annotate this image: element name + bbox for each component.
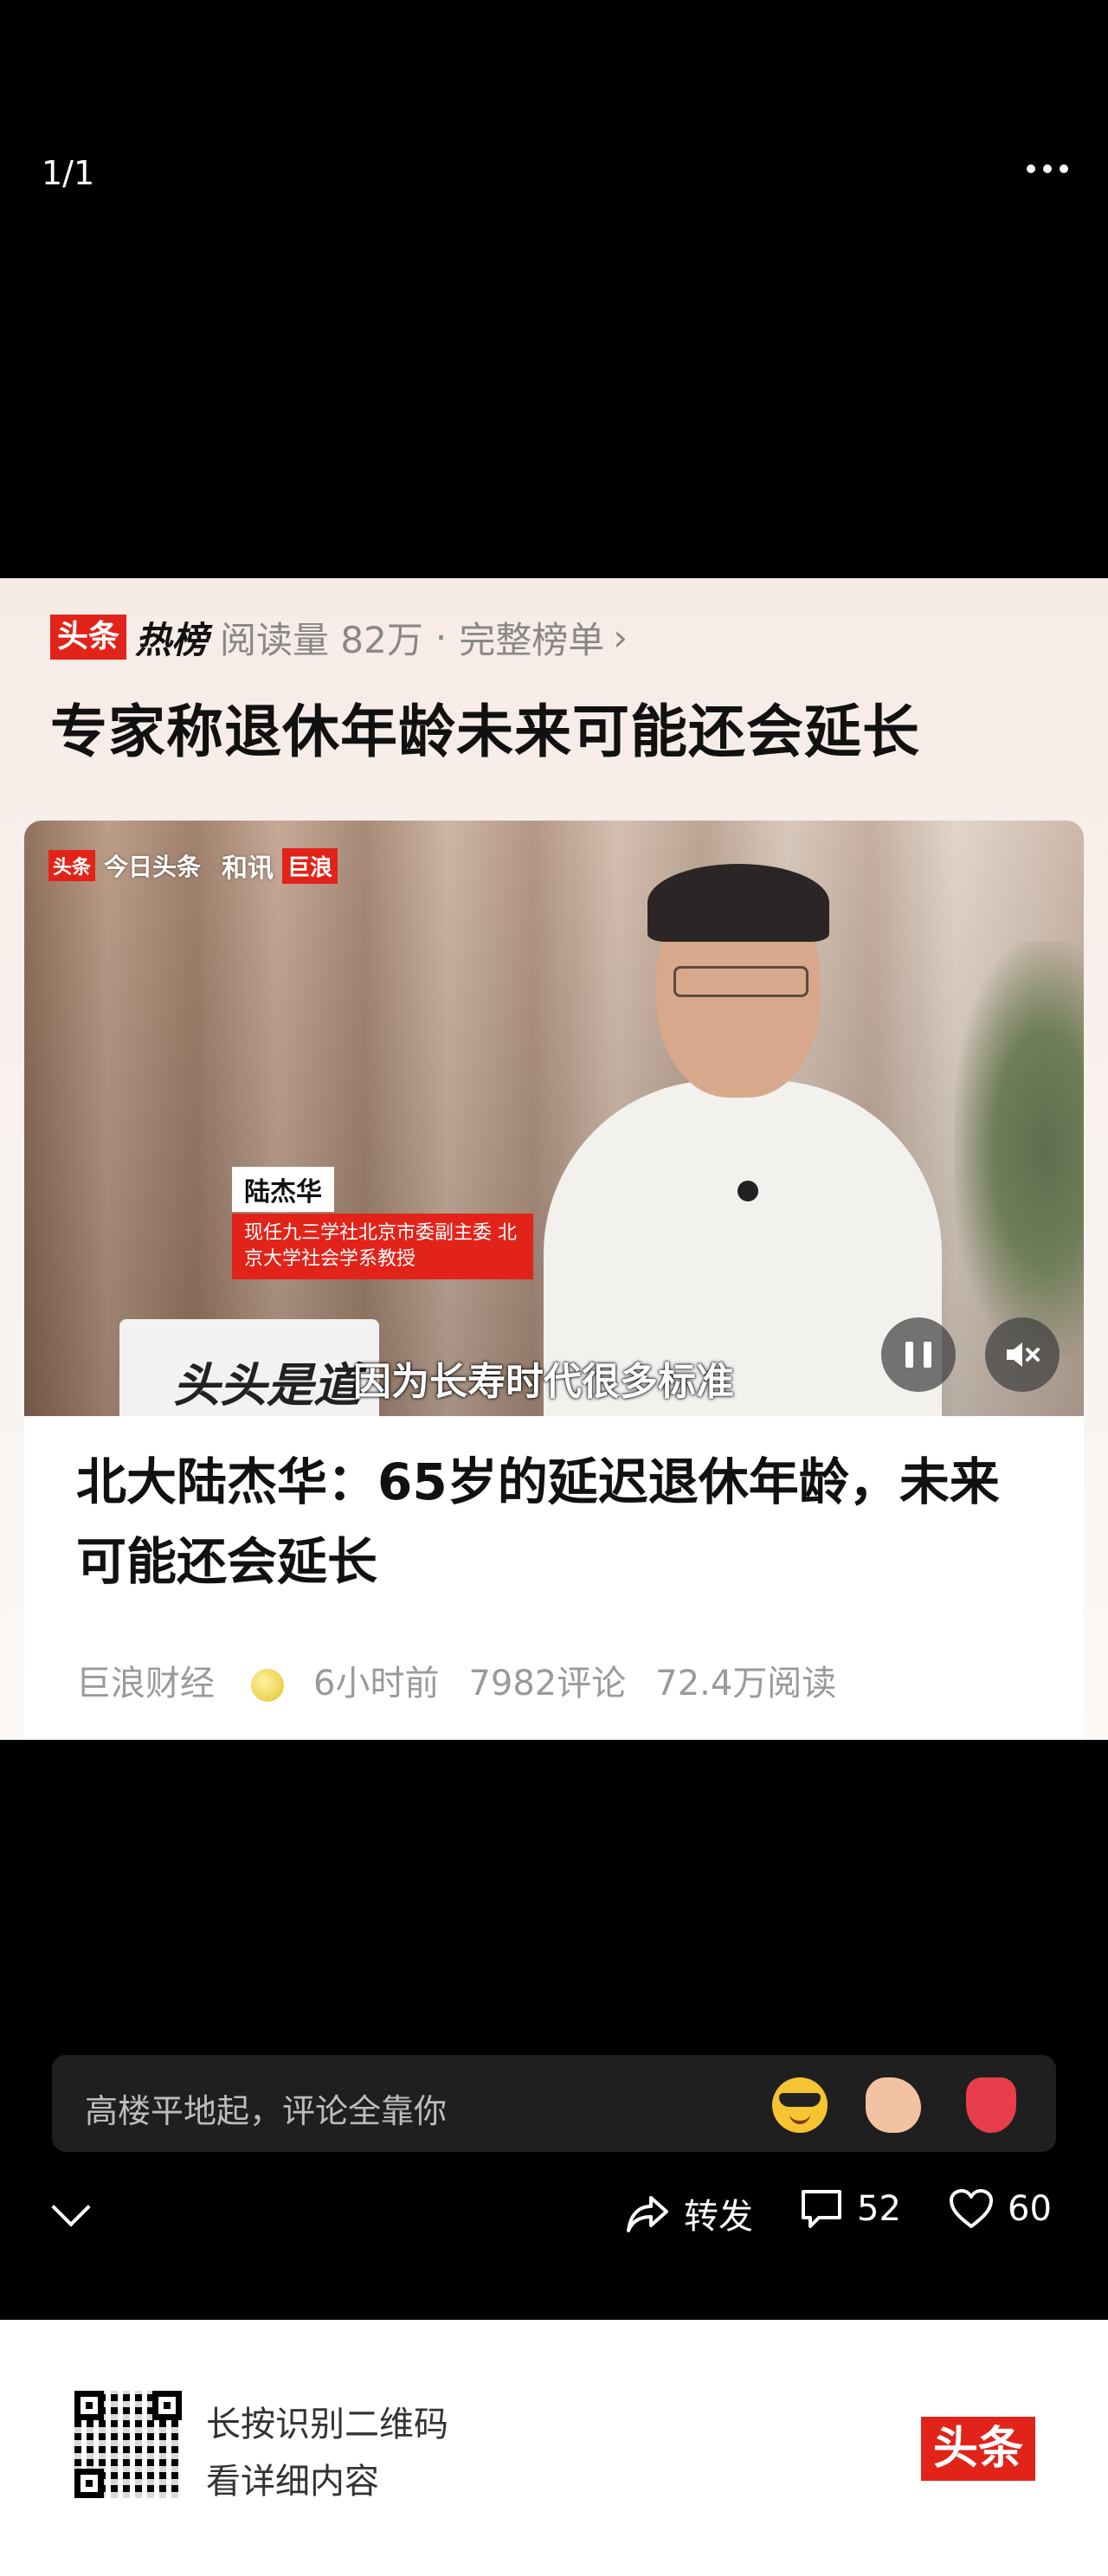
hot-topic-headline[interactable]: 专家称退休年龄未来可能还会延长 bbox=[50, 686, 920, 769]
share-label: 转发 bbox=[684, 2197, 753, 2237]
viewer-top-bar: 1/1 bbox=[0, 0, 1108, 578]
verified-badge-icon bbox=[251, 1669, 284, 1702]
video-player[interactable]: 头条 今日头条 和讯 巨浪 陆杰华 现任九三学社北京市委副主委 北京大学社会学系… bbox=[24, 821, 1084, 1416]
article-info[interactable]: 北大陆杰华：65岁的延迟退休年龄，未来可能还会延长 巨浪财经 6小时前 7982… bbox=[24, 1416, 1084, 1740]
speaker-name: 陆杰华 bbox=[232, 1167, 334, 1212]
microphone-icon bbox=[738, 1181, 758, 1201]
read-count-meta: 72.4万阅读 bbox=[655, 1664, 837, 1703]
author-name[interactable]: 巨浪财经 bbox=[76, 1655, 284, 1705]
separator: · bbox=[435, 615, 448, 659]
speaker-nameplate: 陆杰华 现任九三学社北京市委副主委 北京大学社会学系教授 bbox=[232, 1167, 533, 1279]
cool-emoji-icon[interactable] bbox=[772, 2077, 828, 2133]
toutiao-logo: 头条 bbox=[50, 615, 127, 660]
full-list-link[interactable]: 完整榜单 bbox=[459, 611, 604, 664]
article-title[interactable]: 北大陆杰华：65岁的延迟退休年龄，未来可能还会延长 bbox=[76, 1442, 1046, 1601]
comment-placeholder: 高楼平地起，评论全靠你 bbox=[85, 2092, 448, 2130]
thumbs-up-emoji-icon[interactable] bbox=[966, 2077, 1016, 2133]
comment-count: 7982评论 bbox=[468, 1664, 627, 1703]
read-count: 阅读量 82万 bbox=[220, 618, 423, 661]
like-count: 60 bbox=[1008, 2189, 1052, 2229]
pause-button[interactable] bbox=[881, 1317, 956, 1392]
comment-count-action: 52 bbox=[857, 2189, 901, 2229]
watermark-text: 今日头条 bbox=[104, 853, 202, 881]
hot-list-row[interactable]: 头条 热榜 阅读量 82万 · 完整榜单 › bbox=[50, 609, 628, 665]
qr-code[interactable] bbox=[74, 2391, 182, 2498]
speaker-muted-icon bbox=[1007, 1343, 1040, 1367]
article-meta: 巨浪财经 6小时前 7982评论 72.4万阅读 bbox=[76, 1655, 866, 1705]
muscle-emoji-icon[interactable] bbox=[866, 2077, 921, 2133]
watermark-brand: 和讯 bbox=[222, 853, 274, 884]
chevron-down-icon[interactable] bbox=[51, 2187, 91, 2227]
comment-button[interactable]: 52 bbox=[800, 2188, 901, 2230]
comment-icon bbox=[802, 2190, 841, 2228]
publish-time: 6小时前 bbox=[313, 1664, 440, 1703]
share-icon bbox=[627, 2196, 668, 2232]
comment-input[interactable]: 高楼平地起，评论全靠你 bbox=[52, 2055, 1056, 2152]
heart-icon bbox=[950, 2189, 993, 2228]
video-subtitle: 因为长寿时代很多标准 bbox=[353, 1360, 734, 1404]
like-button[interactable]: 60 bbox=[949, 2188, 1052, 2230]
mute-button[interactable] bbox=[985, 1317, 1060, 1392]
action-bar: 转发 52 60 bbox=[0, 2181, 1108, 2251]
toutiao-footer-logo: 头条 bbox=[921, 2417, 1036, 2481]
hot-list-label: 热榜 bbox=[135, 618, 209, 661]
video-watermark: 头条 今日头条 和讯 巨浪 bbox=[48, 847, 338, 885]
image-counter: 1/1 bbox=[42, 154, 95, 192]
pause-icon bbox=[905, 1342, 931, 1368]
share-footer: 长按识别二维码 看详细内容 头条 bbox=[0, 2320, 1108, 2576]
share-button[interactable]: 转发 bbox=[625, 2188, 753, 2238]
watermark-julang: 巨浪 bbox=[282, 847, 338, 884]
chevron-right-icon: › bbox=[613, 615, 628, 659]
shared-card: 头条 热榜 阅读量 82万 · 完整榜单 › 专家称退休年龄未来可能还会延长 头… bbox=[0, 578, 1108, 1740]
qr-instruction: 长按识别二维码 bbox=[206, 2405, 448, 2444]
speaker-role: 现任九三学社北京市委副主委 北京大学社会学系教授 bbox=[232, 1214, 533, 1279]
program-logo: 头头是道 bbox=[173, 1358, 360, 1413]
qr-subtext: 看详细内容 bbox=[206, 2462, 379, 2502]
watermark-logo: 头条 bbox=[48, 850, 96, 881]
more-options-icon[interactable] bbox=[1027, 164, 1068, 173]
